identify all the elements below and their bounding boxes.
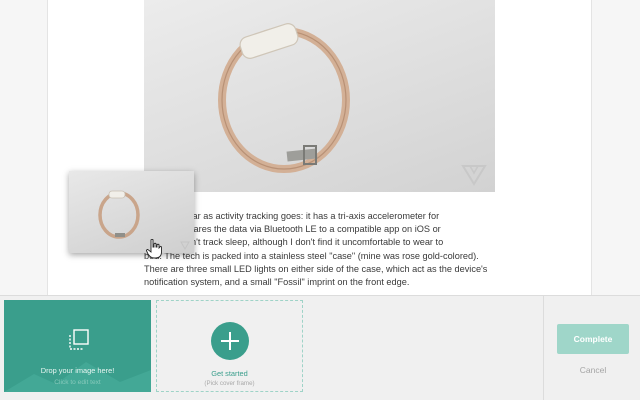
article-line: notification system, and a small "Fossil… — [144, 277, 410, 288]
image-upload-icon — [69, 329, 89, 350]
article-line: There are three small LED lights on eith… — [144, 263, 488, 274]
article-line: ty basic as far as activity tracking goe… — [144, 211, 440, 221]
article-line: ces. It doesn't track sleep, although I … — [144, 237, 444, 248]
dragged-thumbnail[interactable] — [69, 171, 194, 253]
fitness-band-thumbnail — [98, 190, 140, 239]
hand-cursor-icon — [146, 239, 162, 259]
article-page: ty basic as far as activity tracking goe… — [0, 0, 640, 295]
verge-logo-icon — [461, 165, 487, 186]
dropzone-hint: Click to edit text — [54, 379, 101, 386]
tray-divider — [543, 296, 544, 400]
dropzone-label: Drop your image here! — [40, 366, 115, 375]
get-started-label: Get started — [211, 369, 248, 378]
cover-picker-tray: Drop your image here! Click to edit text… — [0, 295, 640, 400]
plus-icon[interactable] — [211, 322, 249, 360]
article-body: ty basic as far as activity tracking goe… — [144, 210, 496, 289]
hero-image — [144, 0, 495, 192]
article-line: bed. The tech is packed into a stainless… — [144, 250, 479, 261]
get-started-tile[interactable]: Get started (Pick cover frame) — [156, 300, 303, 392]
image-dropzone[interactable]: Drop your image here! Click to edit text — [4, 300, 151, 392]
article-line: ps, and it shares the data via Bluetooth… — [144, 224, 441, 235]
get-started-sublabel: (Pick cover frame) — [204, 380, 255, 387]
verge-logo-icon — [180, 241, 190, 250]
complete-button[interactable]: Complete — [557, 324, 629, 354]
fitness-band-graphic — [218, 23, 350, 173]
cancel-button[interactable]: Cancel — [557, 363, 629, 377]
